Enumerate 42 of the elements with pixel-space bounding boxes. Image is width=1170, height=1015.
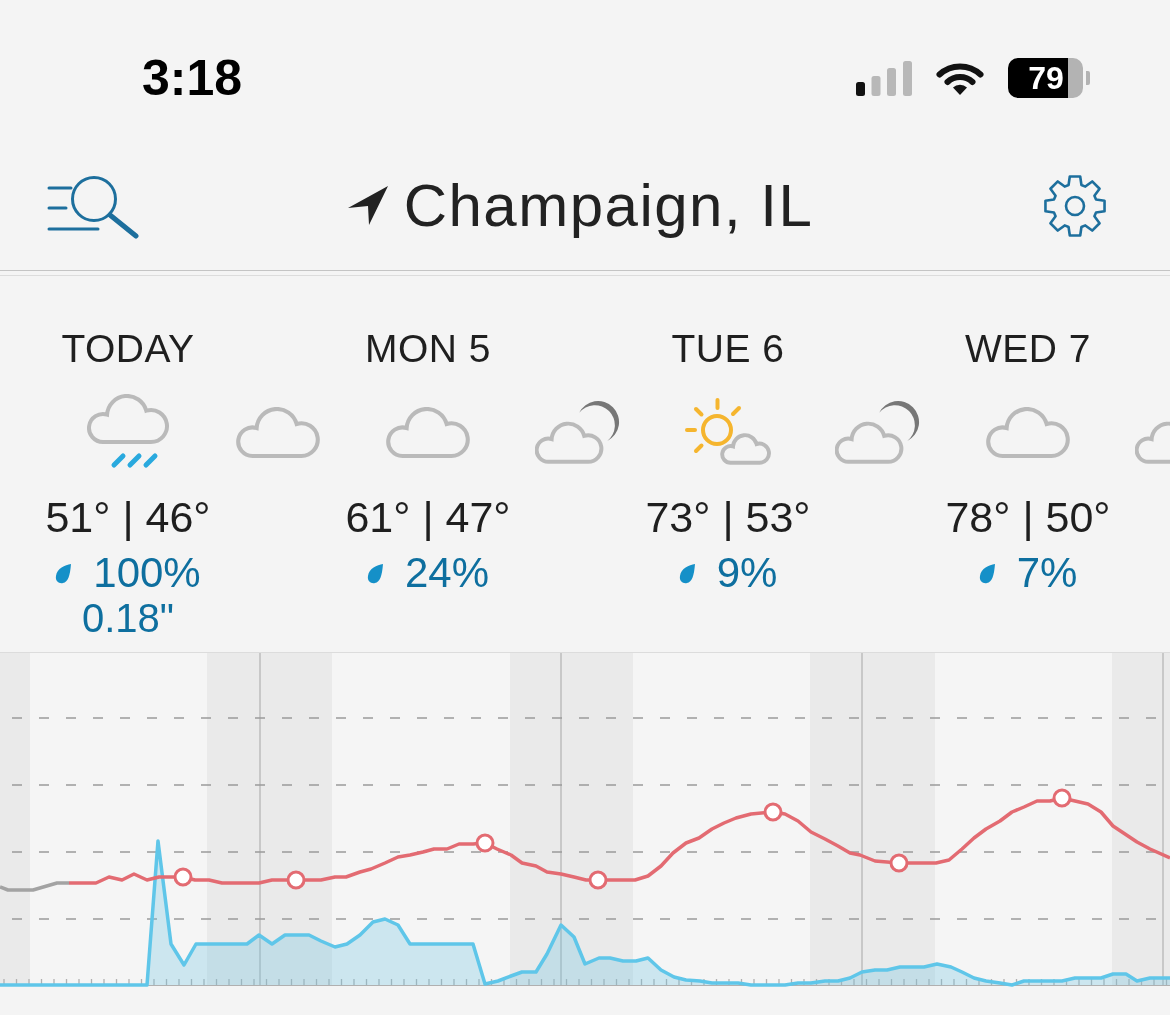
day-label: MON 5 — [365, 326, 491, 372]
cloud-icon — [986, 406, 1070, 458]
moon-cloud-icon — [835, 400, 921, 464]
high-low-temperature: 78° | 50° — [945, 492, 1111, 542]
wifi-icon — [934, 60, 986, 96]
sun-cloud-icon — [685, 398, 771, 466]
temperature-marker — [286, 870, 306, 890]
high-low-temperature: 51° | 46° — [45, 492, 211, 542]
temperature-marker — [588, 870, 608, 890]
raindrop-icon — [978, 564, 995, 584]
moon-cloud-icon — [535, 400, 621, 464]
precipitation-chance: 100% — [93, 550, 201, 596]
location-arrow-icon — [347, 186, 388, 226]
precipitation-chance: 7% — [1016, 550, 1078, 596]
signal-bars-icon — [856, 60, 912, 96]
past-temperature-line — [0, 881, 69, 892]
raindrop-icon — [366, 564, 383, 584]
high-low-temperature: 73° | 53° — [645, 492, 811, 542]
precipitation-amount: 0.18" — [81, 596, 175, 640]
high-low-temperature: 61° | 47° — [345, 492, 511, 542]
settings-button[interactable] — [1042, 173, 1108, 239]
day-label: TUE 6 — [671, 326, 785, 372]
cloud-icon — [236, 406, 320, 458]
raindrop-icon — [678, 564, 695, 584]
raindrop-icon — [55, 564, 72, 584]
status-time: 3:18 — [142, 53, 243, 103]
search-list-icon — [47, 173, 139, 239]
precipitation-chance: 24% — [404, 550, 490, 596]
cloud-icon — [386, 406, 470, 458]
temperature-marker — [889, 853, 909, 873]
temperature-marker — [475, 833, 495, 853]
rain-cloud-icon — [87, 394, 169, 470]
settings-icon — [1042, 173, 1108, 239]
search-button[interactable] — [47, 173, 139, 239]
temperature-marker — [763, 802, 783, 822]
precipitation-chance: 9% — [716, 550, 778, 596]
temperature-marker — [173, 867, 193, 887]
location-title[interactable]: Champaign, IL — [403, 176, 814, 236]
day-label: TODAY — [61, 326, 195, 372]
temperature-marker — [1052, 788, 1072, 808]
battery-indicator: 79 — [1008, 58, 1090, 98]
day-label: WED 7 — [965, 326, 1091, 372]
